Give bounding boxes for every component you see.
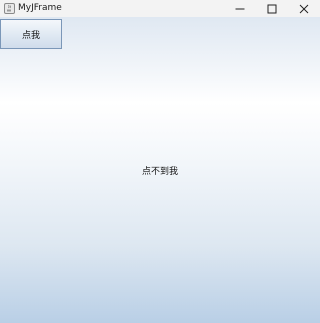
maximize-icon[interactable] <box>256 0 288 17</box>
content-pane: 点我 点不到我 <box>0 17 320 323</box>
window-controls <box>224 0 320 17</box>
java-app-icon <box>3 3 15 15</box>
title-bar[interactable]: MyJFrame <box>0 0 320 17</box>
click-me-button[interactable]: 点我 <box>0 19 62 49</box>
center-label: 点不到我 <box>141 167 178 177</box>
minimize-icon[interactable] <box>224 0 256 17</box>
close-icon[interactable] <box>288 0 320 17</box>
window-title: MyJFrame <box>18 3 62 13</box>
app-window: MyJFrame 点我 点不到我 <box>0 0 320 323</box>
